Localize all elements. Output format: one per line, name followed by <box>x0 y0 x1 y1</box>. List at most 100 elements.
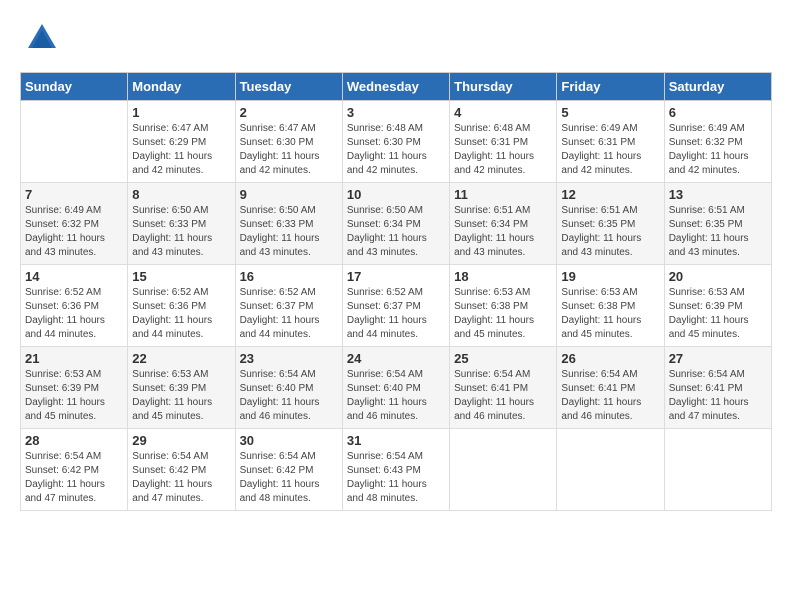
day-number: 21 <box>25 351 123 366</box>
day-number: 27 <box>669 351 767 366</box>
day-number: 16 <box>240 269 338 284</box>
calendar-cell: 17Sunrise: 6:52 AM Sunset: 6:37 PM Dayli… <box>342 265 449 347</box>
day-info: Sunrise: 6:53 AM Sunset: 6:38 PM Dayligh… <box>561 286 659 342</box>
day-info: Sunrise: 6:53 AM Sunset: 6:39 PM Dayligh… <box>132 368 230 424</box>
day-number: 28 <box>25 433 123 448</box>
day-info: Sunrise: 6:47 AM Sunset: 6:30 PM Dayligh… <box>240 122 338 178</box>
day-info: Sunrise: 6:54 AM Sunset: 6:41 PM Dayligh… <box>669 368 767 424</box>
day-number: 1 <box>132 105 230 120</box>
day-number: 20 <box>669 269 767 284</box>
weekday-header: Friday <box>557 73 664 101</box>
day-info: Sunrise: 6:54 AM Sunset: 6:42 PM Dayligh… <box>240 450 338 506</box>
calendar-cell: 26 Sunrise: 6:54 AM Sunset: 6:41 PM Dayli… <box>557 347 664 429</box>
calendar-cell: 11 Sunrise: 6:51 AM Sunset: 6:34 PM Dayli… <box>450 183 557 265</box>
day-info: Sunrise: 6:53 AM Sunset: 6:39 PM Dayligh… <box>669 286 767 342</box>
calendar-cell: 23 Sunrise: 6:54 AM Sunset: 6:40 PM Dayli… <box>235 347 342 429</box>
day-info: Sunrise: 6:54 AM Sunset: 6:42 PM Dayligh… <box>132 450 230 506</box>
day-number: 18 <box>454 269 552 284</box>
calendar-table: SundayMondayTuesdayWednesdayThursdayFrid… <box>20 72 772 511</box>
day-info: Sunrise: 6:49 AM Sunset: 6:32 PM Dayligh… <box>25 204 123 260</box>
calendar-cell: 28Sunrise: 6:54 AM Sunset: 6:42 PM Dayli… <box>21 429 128 511</box>
calendar-cell: 14 Sunrise: 6:52 AM Sunset: 6:36 PM Dayli… <box>21 265 128 347</box>
calendar-cell: 2 Sunrise: 6:47 AM Sunset: 6:30 PM Daylig… <box>235 101 342 183</box>
calendar-cell: 29 Sunrise: 6:54 AM Sunset: 6:42 PM Dayli… <box>128 429 235 511</box>
day-info: Sunrise: 6:50 AM Sunset: 6:33 PM Dayligh… <box>132 204 230 260</box>
day-info: Sunrise: 6:50 AM Sunset: 6:33 PM Dayligh… <box>240 204 338 260</box>
calendar-cell: 7 Sunrise: 6:49 AM Sunset: 6:32 PM Daylig… <box>21 183 128 265</box>
calendar-cell: 5 Sunrise: 6:49 AM Sunset: 6:31 PM Daylig… <box>557 101 664 183</box>
calendar-cell: 1Sunrise: 6:47 AM Sunset: 6:29 PM Daylig… <box>128 101 235 183</box>
day-info: Sunrise: 6:50 AM Sunset: 6:34 PM Dayligh… <box>347 204 445 260</box>
day-number: 14 <box>25 269 123 284</box>
weekday-header: Sunday <box>21 73 128 101</box>
day-number: 11 <box>454 187 552 202</box>
day-number: 2 <box>240 105 338 120</box>
day-number: 13 <box>669 187 767 202</box>
calendar-cell: 12Sunrise: 6:51 AM Sunset: 6:35 PM Dayli… <box>557 183 664 265</box>
calendar-cell: 24 Sunrise: 6:54 AM Sunset: 6:40 PM Dayli… <box>342 347 449 429</box>
day-number: 22 <box>132 351 230 366</box>
day-info: Sunrise: 6:48 AM Sunset: 6:31 PM Dayligh… <box>454 122 552 178</box>
calendar-cell: 15 Sunrise: 6:52 AM Sunset: 6:36 PM Dayli… <box>128 265 235 347</box>
calendar-week-row: 28 Sunrise: 6:54 AM Sunset: 6:42 PM Dayli… <box>21 429 772 511</box>
calendar-cell: 25 Sunrise: 6:54 AM Sunset: 6:41 PM Dayli… <box>450 347 557 429</box>
calendar-cell: 19 Sunrise: 6:53 AM Sunset: 6:38 PM Dayli… <box>557 265 664 347</box>
calendar-cell <box>450 429 557 511</box>
day-number: 26 <box>561 351 659 366</box>
day-info: Sunrise: 6:54 AM Sunset: 6:41 PM Dayligh… <box>561 368 659 424</box>
calendar-cell: 22 Sunrise: 6:53 AM Sunset: 6:39 PM Dayli… <box>128 347 235 429</box>
day-info: Sunrise: 6:49 AM Sunset: 6:31 PM Dayligh… <box>561 122 659 178</box>
weekday-header: Monday <box>128 73 235 101</box>
day-number: 19 <box>561 269 659 284</box>
logo-icon <box>24 20 60 56</box>
calendar-cell: 27 Sunrise: 6:54 AM Sunset: 6:41 PM Dayli… <box>664 347 771 429</box>
calendar-cell: 18Sunrise: 6:53 AM Sunset: 6:38 PM Dayli… <box>450 265 557 347</box>
weekday-row: SundayMondayTuesdayWednesdayThursdayFrid… <box>21 73 772 101</box>
day-number: 5 <box>561 105 659 120</box>
day-info: Sunrise: 6:54 AM Sunset: 6:41 PM Dayligh… <box>454 368 552 424</box>
weekday-header: Saturday <box>664 73 771 101</box>
day-info: Sunrise: 6:54 AM Sunset: 6:40 PM Dayligh… <box>347 368 445 424</box>
calendar-cell: 13 Sunrise: 6:51 AM Sunset: 6:35 PM Dayli… <box>664 183 771 265</box>
calendar-cell: 9 Sunrise: 6:50 AM Sunset: 6:33 PM Daylig… <box>235 183 342 265</box>
day-info: Sunrise: 6:52 AM Sunset: 6:36 PM Dayligh… <box>132 286 230 342</box>
day-number: 29 <box>132 433 230 448</box>
day-info: Sunrise: 6:54 AM Sunset: 6:40 PM Dayligh… <box>240 368 338 424</box>
calendar-cell: 30Sunrise: 6:54 AM Sunset: 6:42 PM Dayli… <box>235 429 342 511</box>
day-info: Sunrise: 6:51 AM Sunset: 6:35 PM Dayligh… <box>669 204 767 260</box>
day-number: 10 <box>347 187 445 202</box>
day-info: Sunrise: 6:52 AM Sunset: 6:36 PM Dayligh… <box>25 286 123 342</box>
weekday-header: Tuesday <box>235 73 342 101</box>
calendar-cell: 20 Sunrise: 6:53 AM Sunset: 6:39 PM Dayli… <box>664 265 771 347</box>
calendar-cell: 4 Sunrise: 6:48 AM Sunset: 6:31 PM Daylig… <box>450 101 557 183</box>
calendar-cell: 10 Sunrise: 6:50 AM Sunset: 6:34 PM Dayli… <box>342 183 449 265</box>
calendar-week-row: 14 Sunrise: 6:52 AM Sunset: 6:36 PM Dayli… <box>21 265 772 347</box>
day-number: 8 <box>132 187 230 202</box>
calendar-week-row: 7 Sunrise: 6:49 AM Sunset: 6:32 PM Daylig… <box>21 183 772 265</box>
calendar-cell <box>21 101 128 183</box>
day-number: 12 <box>561 187 659 202</box>
day-number: 9 <box>240 187 338 202</box>
day-number: 24 <box>347 351 445 366</box>
day-number: 4 <box>454 105 552 120</box>
day-number: 3 <box>347 105 445 120</box>
day-number: 7 <box>25 187 123 202</box>
calendar-cell: 8 Sunrise: 6:50 AM Sunset: 6:33 PM Daylig… <box>128 183 235 265</box>
day-info: Sunrise: 6:51 AM Sunset: 6:34 PM Dayligh… <box>454 204 552 260</box>
day-number: 15 <box>132 269 230 284</box>
day-info: Sunrise: 6:53 AM Sunset: 6:39 PM Dayligh… <box>25 368 123 424</box>
day-number: 23 <box>240 351 338 366</box>
day-number: 31 <box>347 433 445 448</box>
day-info: Sunrise: 6:52 AM Sunset: 6:37 PM Dayligh… <box>240 286 338 342</box>
day-info: Sunrise: 6:48 AM Sunset: 6:30 PM Dayligh… <box>347 122 445 178</box>
calendar-cell <box>557 429 664 511</box>
day-number: 17 <box>347 269 445 284</box>
day-number: 25 <box>454 351 552 366</box>
calendar-week-row: 1Sunrise: 6:47 AM Sunset: 6:29 PM Daylig… <box>21 101 772 183</box>
page-header <box>20 20 772 56</box>
calendar-cell: 6Sunrise: 6:49 AM Sunset: 6:32 PM Daylig… <box>664 101 771 183</box>
weekday-header: Wednesday <box>342 73 449 101</box>
calendar-cell <box>664 429 771 511</box>
calendar-body: 1Sunrise: 6:47 AM Sunset: 6:29 PM Daylig… <box>21 101 772 511</box>
day-info: Sunrise: 6:54 AM Sunset: 6:43 PM Dayligh… <box>347 450 445 506</box>
